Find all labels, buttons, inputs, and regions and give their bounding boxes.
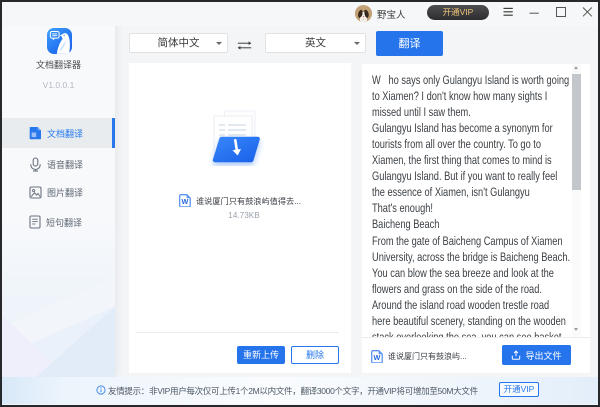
svg-text:W: W (374, 353, 381, 362)
svg-text:W: W (181, 197, 188, 206)
